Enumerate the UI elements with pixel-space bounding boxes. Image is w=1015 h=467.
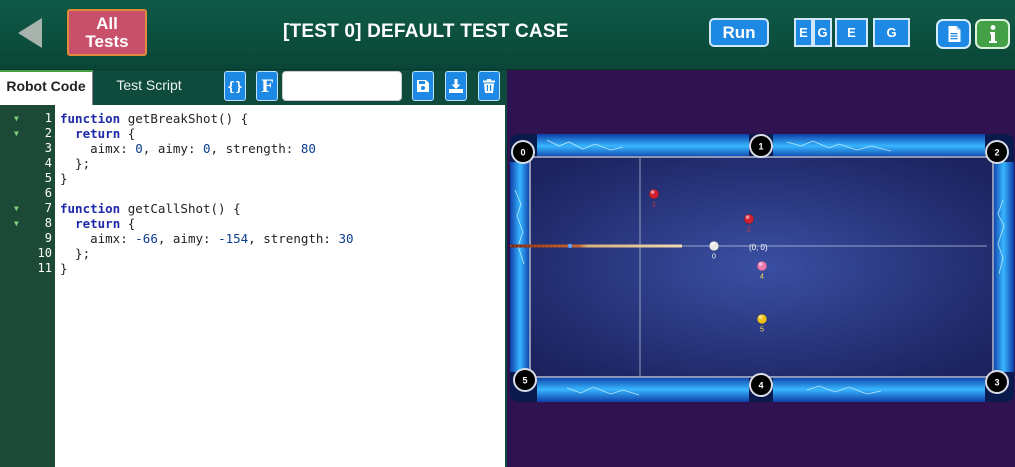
code-editor[interactable]: ▼ 1 ▼ 2 3 4 5 6 ▼ 7 ▼ 8 9 10 11 function getBreakShot(… [0, 105, 505, 467]
delete-button[interactable] [478, 71, 500, 101]
gutter-line: 10 [0, 246, 55, 261]
editor-toolbar: Robot Code Test Script {} F [0, 70, 505, 105]
origin-label: (0, 0) [749, 243, 768, 252]
line-number: 1 [44, 111, 52, 125]
download-button[interactable] [445, 71, 467, 101]
code-line[interactable]: aimx: 0, aimy: 0, strength: 80 [60, 141, 354, 156]
gutter-line: ▼ 7 [0, 201, 55, 216]
rail-bottom-right [773, 377, 985, 402]
game-panel: (0, 0) 0 1 2 3 4 5 0 1 2 4 5 [505, 70, 1015, 467]
gutter-line: ▼ 1 [0, 111, 55, 126]
function-icon: F [261, 77, 273, 95]
mode-button-e1[interactable]: E [794, 18, 813, 47]
pocket-1: 1 [749, 134, 773, 158]
document-button[interactable] [936, 19, 971, 49]
line-number: 10 [37, 246, 52, 260]
mode-button-e2[interactable]: E [835, 18, 868, 47]
all-tests-label-line2: Tests [85, 32, 129, 51]
gutter-line: 6 [0, 186, 55, 201]
rail-right [993, 162, 1014, 372]
code-content[interactable]: function getBreakShot() { return { aimx:… [60, 111, 354, 276]
ball-label: 4 [760, 274, 764, 281]
fold-arrow-icon[interactable]: ▼ [14, 111, 19, 126]
back-arrow-icon[interactable] [18, 18, 42, 48]
line-number: 5 [44, 171, 52, 185]
run-button[interactable]: Run [709, 18, 769, 47]
ball-label: 1 [652, 202, 656, 209]
ball-label: 2 [747, 227, 751, 234]
gutter-line: 11 [0, 261, 55, 276]
save-icon [417, 80, 429, 92]
line-number: 2 [44, 126, 52, 140]
pocket-label: 3 [994, 378, 999, 388]
tab-test-script[interactable]: Test Script [93, 70, 205, 105]
pocket-3: 3 [985, 370, 1009, 394]
gutter-line: 5 [0, 171, 55, 186]
rail-top-left [537, 134, 749, 158]
pool-table[interactable]: (0, 0) 0 1 2 3 4 5 0 1 2 4 5 [507, 70, 1015, 467]
line-number: 9 [44, 231, 52, 245]
code-line[interactable]: }; [60, 156, 354, 171]
code-line[interactable]: function getBreakShot() { [60, 111, 354, 126]
function-button[interactable]: F [256, 71, 278, 101]
code-line[interactable]: return { [60, 216, 354, 231]
ball-label: 5 [760, 327, 764, 334]
page-title: [TEST 0] DEFAULT TEST CASE [283, 21, 569, 42]
fold-arrow-icon[interactable]: ▼ [14, 201, 19, 216]
rail-left [510, 162, 530, 372]
line-number: 6 [44, 186, 52, 200]
gutter-line: ▼ 2 [0, 126, 55, 141]
download-icon [449, 79, 463, 93]
line-number: 8 [44, 216, 52, 230]
code-line[interactable]: } [60, 171, 354, 186]
line-number: 4 [44, 156, 52, 170]
rail-bottom-left [537, 377, 749, 402]
code-line[interactable]: }; [60, 246, 354, 261]
gutter-line: ▼ 8 [0, 216, 55, 231]
pocket-0: 0 [511, 140, 535, 164]
code-line[interactable]: function getCallShot() { [60, 201, 354, 216]
pocket-4: 4 [749, 373, 773, 397]
pocket-2: 2 [985, 140, 1009, 164]
info-button[interactable] [975, 19, 1010, 49]
save-button[interactable] [412, 71, 434, 101]
document-icon [948, 26, 960, 42]
line-number: 3 [44, 141, 52, 155]
pocket-label: 1 [758, 142, 763, 152]
gutter-line: 3 [0, 141, 55, 156]
all-tests-label-line1: All [96, 14, 118, 33]
code-line[interactable] [60, 186, 354, 201]
script-name-input[interactable] [282, 71, 402, 101]
pocket-label: 2 [994, 148, 999, 158]
code-line[interactable]: } [60, 261, 354, 276]
pocket-label: 5 [522, 376, 527, 386]
gutter-line: 9 [0, 231, 55, 246]
code-line[interactable]: return { [60, 126, 354, 141]
gutter-line: 4 [0, 156, 55, 171]
fold-arrow-icon[interactable]: ▼ [14, 126, 19, 141]
header: All Tests [TEST 0] DEFAULT TEST CASE Run… [0, 0, 1015, 70]
mode-button-g2[interactable]: G [873, 18, 910, 47]
mode-button-g1[interactable]: G [813, 18, 832, 47]
fold-arrow-icon[interactable]: ▼ [14, 216, 19, 231]
rail-top-right [773, 134, 985, 158]
format-code-button[interactable]: {} [224, 71, 246, 101]
all-tests-button[interactable]: All Tests [67, 9, 147, 56]
tab-robot-code[interactable]: Robot Code [0, 70, 93, 105]
info-icon [988, 25, 997, 43]
svg-text:F: F [261, 77, 273, 95]
line-number: 11 [37, 261, 52, 275]
line-number-gutter: ▼ 1 ▼ 2 3 4 5 6 ▼ 7 ▼ 8 9 10 11 [0, 105, 55, 467]
trash-icon [483, 79, 495, 93]
ball-label: 0 [712, 254, 716, 261]
line-number: 7 [44, 201, 52, 215]
pocket-label: 0 [520, 148, 525, 158]
code-line[interactable]: aimx: -66, aimy: -154, strength: 30 [60, 231, 353, 246]
braces-icon: {} [228, 80, 242, 93]
svg-text:{}: {} [228, 80, 242, 93]
pocket-5: 5 [513, 368, 537, 392]
pocket-label: 4 [758, 381, 763, 391]
